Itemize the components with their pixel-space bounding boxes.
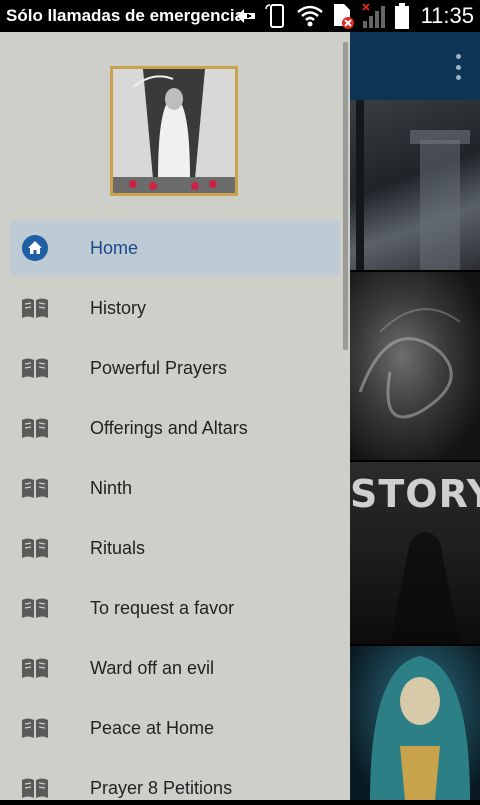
menu-item-label: Prayer 8 Petitions bbox=[90, 778, 233, 798]
image-tile[interactable] bbox=[350, 272, 480, 460]
book-icon bbox=[22, 418, 48, 438]
image-tile[interactable] bbox=[350, 646, 480, 800]
menu-item-label: History bbox=[90, 298, 147, 318]
menu-item-label: To request a favor bbox=[90, 598, 235, 618]
usb-debug-icon bbox=[237, 9, 255, 23]
book-icon bbox=[22, 718, 48, 738]
menu-item-label: Ninth bbox=[90, 478, 133, 498]
menu-item-peace-at-home[interactable]: Peace at Home bbox=[0, 698, 350, 758]
menu-item-label: Rituals bbox=[90, 538, 146, 558]
book-icon bbox=[22, 478, 48, 498]
home-icon bbox=[22, 235, 48, 261]
menu-item-ward-off-evil[interactable]: Ward off an evil bbox=[0, 638, 350, 698]
navigation-drawer: Home History Powerful Prayers Offerings … bbox=[0, 32, 350, 800]
no-sim-icon bbox=[334, 4, 354, 29]
menu-item-offerings-and-altars[interactable]: Offerings and Altars bbox=[0, 398, 350, 458]
book-icon bbox=[22, 658, 48, 678]
menu-item-rituals[interactable]: Rituals bbox=[0, 518, 350, 578]
menu-item-request-favor[interactable]: To request a favor bbox=[0, 578, 350, 638]
reaper-image bbox=[356, 100, 470, 270]
overflow-menu-icon[interactable] bbox=[454, 54, 462, 80]
image-tile[interactable] bbox=[350, 100, 480, 270]
santa-muerte-image bbox=[370, 656, 470, 800]
reaper-image bbox=[390, 532, 460, 644]
status-icons bbox=[234, 0, 410, 32]
book-icon bbox=[22, 358, 48, 378]
menu-item-ninth[interactable]: Ninth bbox=[0, 458, 350, 518]
battery-icon bbox=[395, 3, 409, 29]
menu-item-history[interactable]: History bbox=[0, 278, 350, 338]
book-icon bbox=[22, 538, 48, 558]
menu-item-label: Ward off an evil bbox=[90, 658, 215, 678]
carrier-text: Sólo llamadas de emergencia bbox=[6, 6, 245, 25]
status-bar: Sólo llamadas de emergencia 11:35 bbox=[0, 0, 480, 32]
menu-item-powerful-prayers[interactable]: Powerful Prayers bbox=[0, 338, 350, 398]
smoke-image bbox=[358, 308, 461, 419]
wifi-icon bbox=[297, 5, 323, 27]
menu-item-label: Peace at Home bbox=[90, 718, 215, 738]
signal-icon bbox=[362, 3, 385, 28]
drawer-menu: Home History Powerful Prayers Offerings … bbox=[0, 218, 350, 800]
phone-rotate-icon bbox=[265, 4, 284, 28]
menu-item-label: Powerful Prayers bbox=[90, 358, 228, 378]
menu-item-label: Home bbox=[90, 238, 139, 258]
book-icon bbox=[22, 298, 48, 318]
drawer-header-image bbox=[110, 66, 238, 196]
menu-item-home[interactable]: Home bbox=[0, 218, 350, 278]
book-icon bbox=[22, 778, 48, 798]
book-icon bbox=[22, 598, 48, 618]
menu-item-label: Offerings and Altars bbox=[90, 418, 248, 438]
santa-muerte-image bbox=[113, 69, 235, 193]
image-tile[interactable]: STORY bbox=[350, 462, 480, 644]
menu-item-prayer-8-petitions[interactable]: Prayer 8 Petitions bbox=[0, 758, 350, 800]
clock: 11:35 bbox=[420, 3, 474, 28]
